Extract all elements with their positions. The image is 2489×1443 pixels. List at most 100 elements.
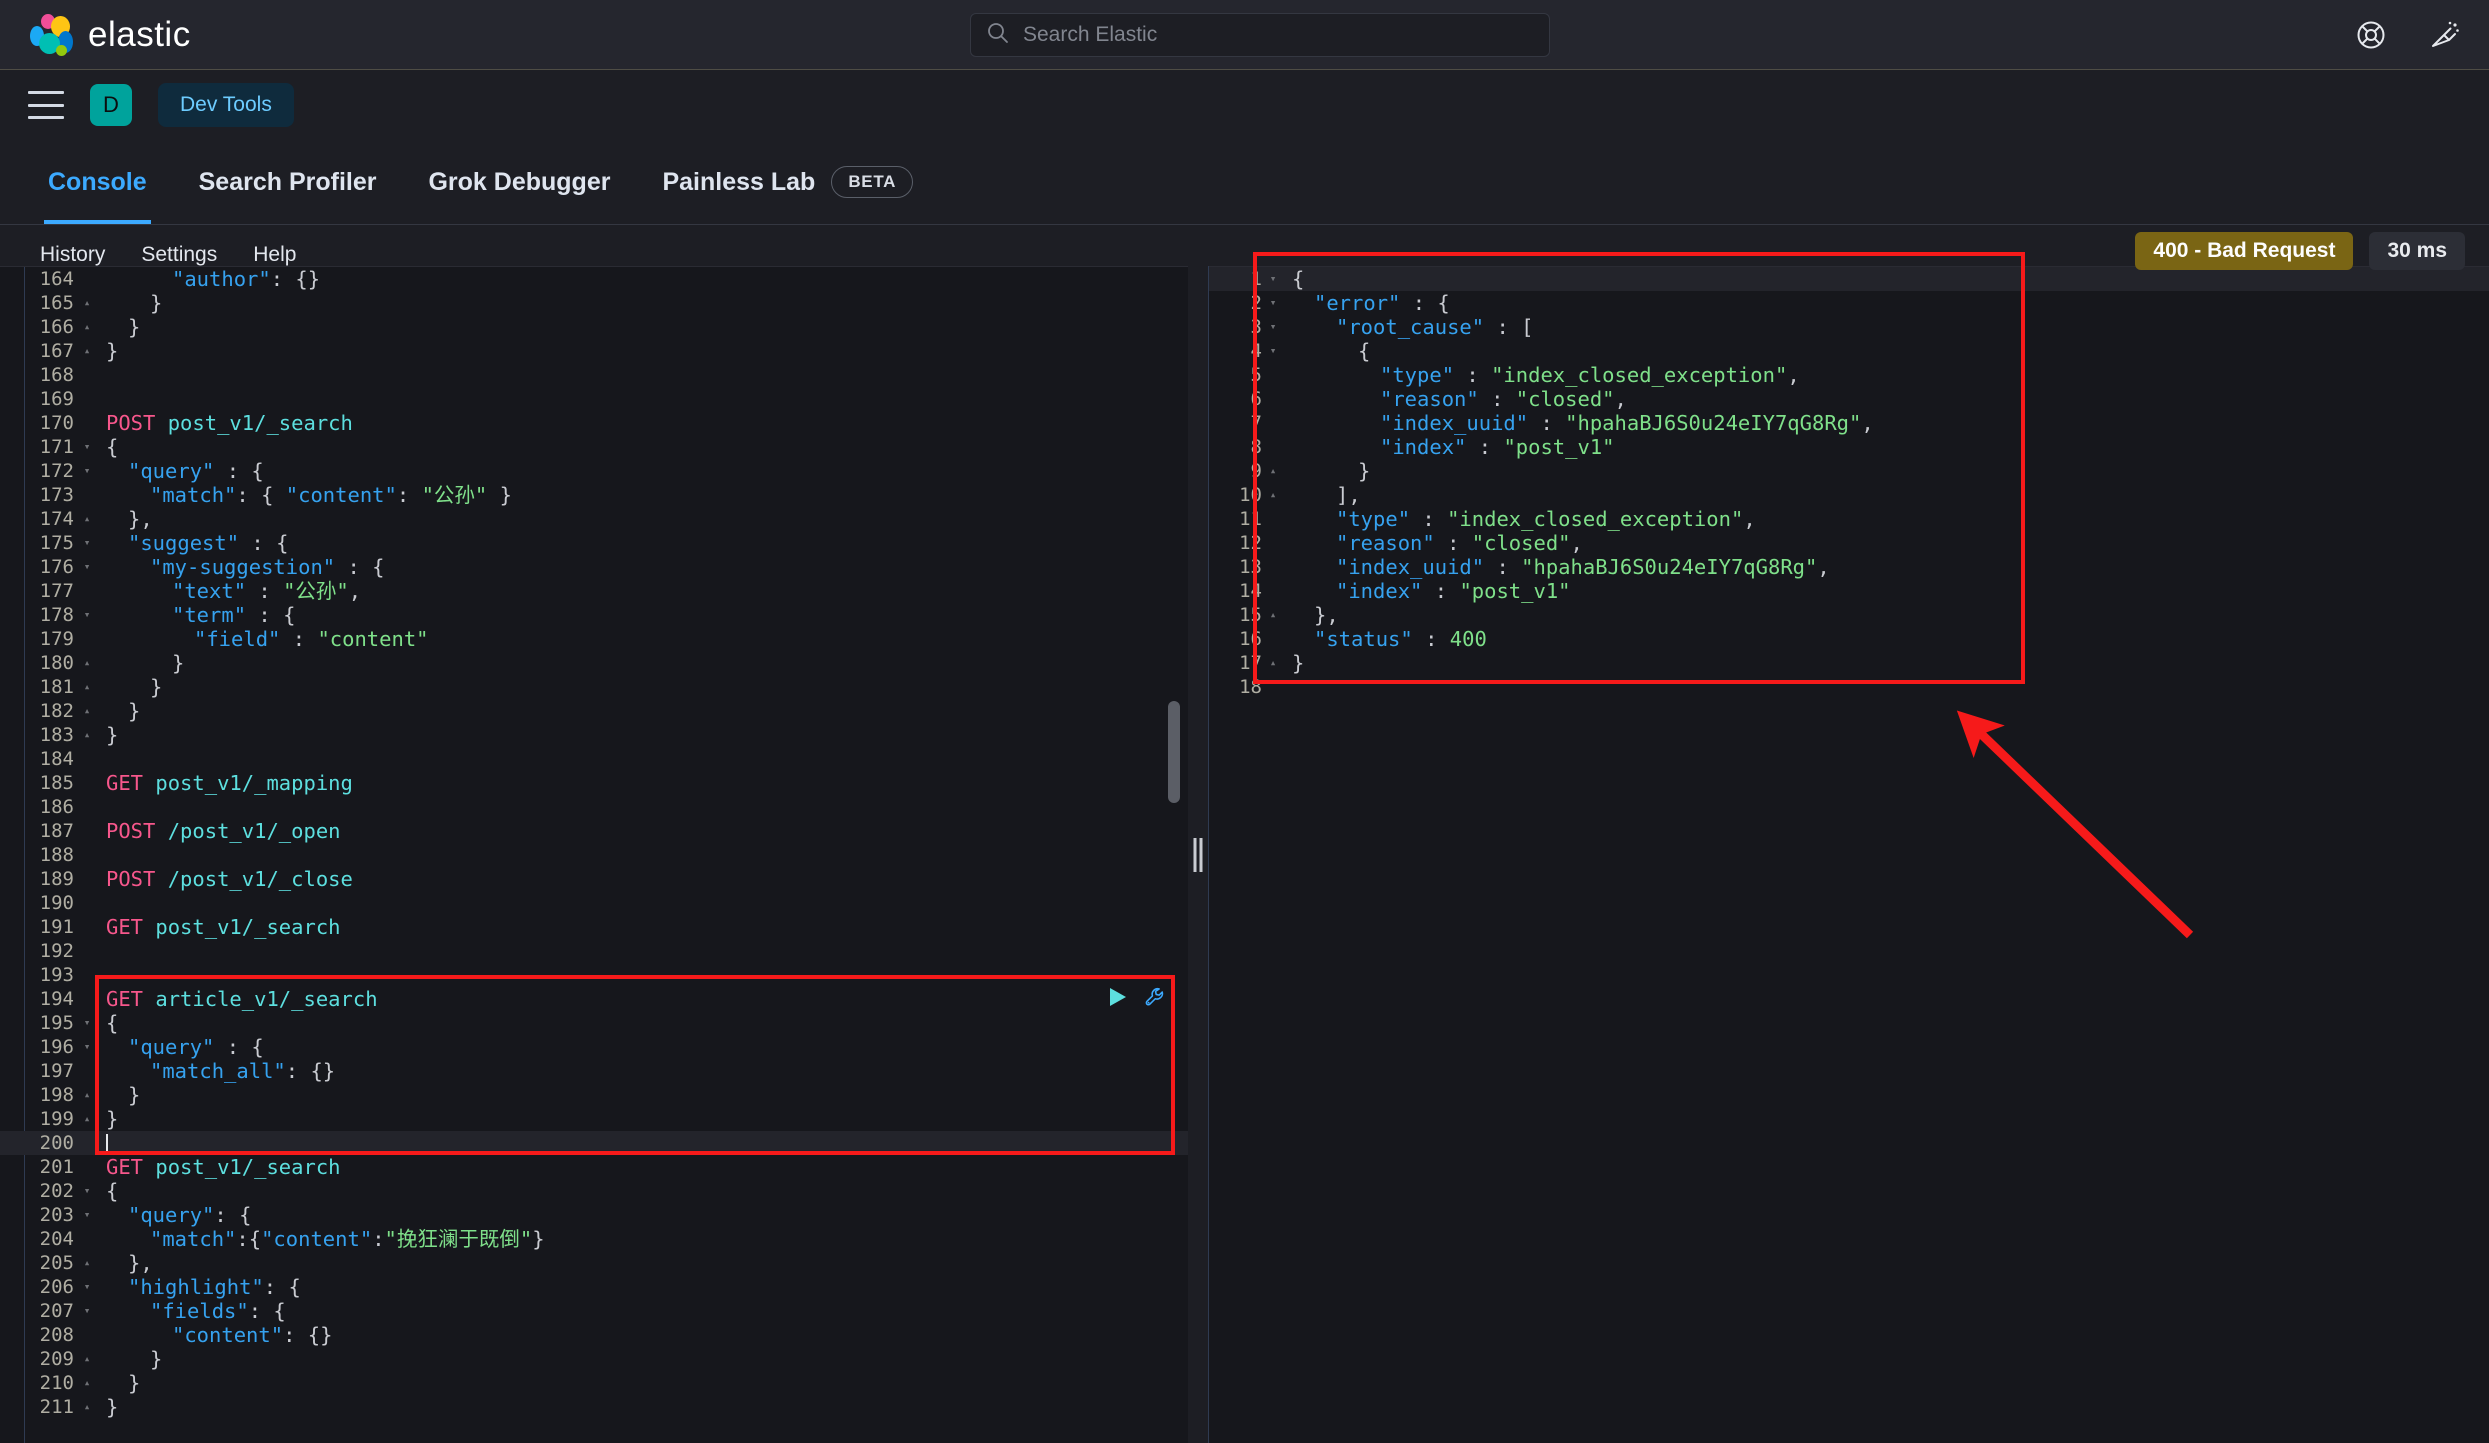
code-line[interactable]: 2 ▾ "error" : { [1208,291,2489,315]
code-line[interactable]: 198 ▴} [0,1083,1188,1107]
code-line[interactable]: 179 "field" : "content" [0,627,1188,651]
code-line[interactable]: 189 POST /post_v1/_close [0,867,1188,891]
fold-down-icon[interactable]: ▾ [76,1203,98,1227]
code-line[interactable]: 8 "index" : "post_v1" [1208,435,2489,459]
code-line[interactable]: 191 GET post_v1/_search [0,915,1188,939]
fold-up-icon[interactable]: ▴ [1262,483,1284,507]
editor-scrollbar-thumb[interactable] [1168,701,1180,803]
fold-up-icon[interactable]: ▴ [76,1251,98,1275]
code-line[interactable]: 5 "type" : "index_closed_exception", [1208,363,2489,387]
fold-down-icon[interactable]: ▾ [76,555,98,579]
fold-up-icon[interactable]: ▴ [76,675,98,699]
global-search-input[interactable]: Search Elastic [970,13,1550,57]
code-line[interactable]: 171 ▾ { [0,435,1188,459]
console-menu-help[interactable]: Help [235,243,314,267]
code-line[interactable]: 3 ▾ "root_cause" : [ [1208,315,2489,339]
editor-scrollbar[interactable] [1168,267,1180,1443]
announcements-icon[interactable] [2429,19,2461,51]
code-line[interactable]: 180 ▴} [0,651,1188,675]
code-line[interactable]: 196 ▾ "query" : { [0,1035,1188,1059]
console-menu-settings[interactable]: Settings [123,243,235,267]
fold-up-icon[interactable]: ▴ [76,1083,98,1107]
request-editor-pane[interactable]: 164 "author": {} 165 ▴} 166 ▴} 167 ▴} 168 169 170 P… [0,266,1188,1443]
fold-down-icon[interactable]: ▾ [76,1011,98,1035]
code-line[interactable]: 206 ▾ "highlight": { [0,1275,1188,1299]
code-line[interactable]: 13 "index_uuid" : "hpahaBJ6S0u24eIY7qG8Rg… [1208,555,2489,579]
fold-up-icon[interactable]: ▴ [76,507,98,531]
fold-down-icon[interactable]: ▾ [76,531,98,555]
fold-down-icon[interactable]: ▾ [76,1299,98,1323]
code-line[interactable]: 197 "match_all": {} [0,1059,1188,1083]
fold-up-icon[interactable]: ▴ [76,651,98,675]
code-line[interactable]: 164 "author": {} [0,267,1188,291]
code-line[interactable]: 11 "type" : "index_closed_exception", [1208,507,2489,531]
code-line[interactable]: 186 [0,795,1188,819]
pane-splitter[interactable] [1188,266,1208,1443]
breadcrumb-dev-tools[interactable]: Dev Tools [158,83,294,127]
fold-up-icon[interactable]: ▴ [76,315,98,339]
console-menu-history[interactable]: History [22,243,123,267]
fold-down-icon[interactable]: ▾ [76,1035,98,1059]
fold-up-icon[interactable]: ▴ [76,291,98,315]
code-line[interactable]: 195 ▾ { [0,1011,1188,1035]
fold-down-icon[interactable]: ▾ [76,603,98,627]
code-line[interactable]: 14 "index" : "post_v1" [1208,579,2489,603]
play-icon[interactable] [1108,986,1128,1013]
tab-grok-debugger[interactable]: Grok Debugger [402,140,636,224]
code-line[interactable]: 4 ▾ { [1208,339,2489,363]
tab-search-profiler[interactable]: Search Profiler [173,140,403,224]
code-line[interactable]: 187 POST /post_v1/_open [0,819,1188,843]
code-line[interactable]: 7 "index_uuid" : "hpahaBJ6S0u24eIY7qG8Rg"… [1208,411,2489,435]
fold-up-icon[interactable]: ▴ [76,339,98,363]
code-line[interactable]: 207 ▾ "fields": { [0,1299,1188,1323]
code-line[interactable]: 182 ▴} [0,699,1188,723]
code-line[interactable]: 209 ▴} [0,1347,1188,1371]
code-line[interactable]: 9 ▴} [1208,459,2489,483]
code-line[interactable]: 203 ▾ "query": { [0,1203,1188,1227]
fold-up-icon[interactable]: ▴ [1262,459,1284,483]
fold-down-icon[interactable]: ▾ [1262,291,1284,315]
code-line[interactable]: 167 ▴} [0,339,1188,363]
code-line[interactable]: 193 [0,963,1188,987]
code-line[interactable]: 204 "match":{"content":"挽狂澜于既倒"} [0,1227,1188,1251]
fold-down-icon[interactable]: ▾ [76,1179,98,1203]
code-line[interactable]: 1 ▾ { [1208,267,2489,291]
code-line[interactable]: 177 "text" : "公孙", [0,579,1188,603]
code-line[interactable]: 10 ▴], [1208,483,2489,507]
code-line[interactable]: 17 ▴} [1208,651,2489,675]
code-line[interactable]: 202 ▾ { [0,1179,1188,1203]
fold-up-icon[interactable]: ▴ [76,1347,98,1371]
code-line[interactable]: 184 [0,747,1188,771]
fold-down-icon[interactable]: ▾ [76,459,98,483]
code-line[interactable]: 176 ▾ "my-suggestion" : { [0,555,1188,579]
space-avatar[interactable]: D [90,84,132,126]
code-line[interactable]: 175 ▾ "suggest" : { [0,531,1188,555]
code-line[interactable]: 16 "status" : 400 [1208,627,2489,651]
code-line[interactable]: 166 ▴} [0,315,1188,339]
code-line[interactable]: 170 POST post_v1/_search [0,411,1188,435]
fold-up-icon[interactable]: ▴ [76,699,98,723]
fold-up-icon[interactable]: ▴ [1262,651,1284,675]
code-line[interactable]: 174 ▴}, [0,507,1188,531]
code-line[interactable]: 194 GET article_v1/_search [0,987,1188,1011]
code-line[interactable]: 169 [0,387,1188,411]
code-line[interactable]: 208 "content": {} [0,1323,1188,1347]
code-line[interactable]: 173 "match": { "content": "公孙" } [0,483,1188,507]
hamburger-menu-icon[interactable] [28,91,64,119]
code-line[interactable]: 205 ▴}, [0,1251,1188,1275]
code-line[interactable]: 188 [0,843,1188,867]
brand[interactable]: elastic [30,13,191,56]
code-line[interactable]: 211 ▴} [0,1395,1188,1419]
fold-down-icon[interactable]: ▾ [1262,267,1284,291]
code-line[interactable]: 192 [0,939,1188,963]
fold-down-icon[interactable]: ▾ [1262,315,1284,339]
code-line[interactable]: 168 [0,363,1188,387]
fold-down-icon[interactable]: ▾ [76,435,98,459]
response-pane[interactable]: 1 ▾{2 ▾ "error" : {3 ▾ "root_cause" : [4 ▾{5 "t… [1208,266,2489,1443]
wrench-icon[interactable] [1144,986,1166,1013]
code-line[interactable]: 210 ▴} [0,1371,1188,1395]
code-line[interactable]: 185 GET post_v1/_mapping [0,771,1188,795]
tab-console[interactable]: Console [22,140,173,224]
code-line[interactable]: 15 ▴}, [1208,603,2489,627]
code-line[interactable]: 181 ▴} [0,675,1188,699]
